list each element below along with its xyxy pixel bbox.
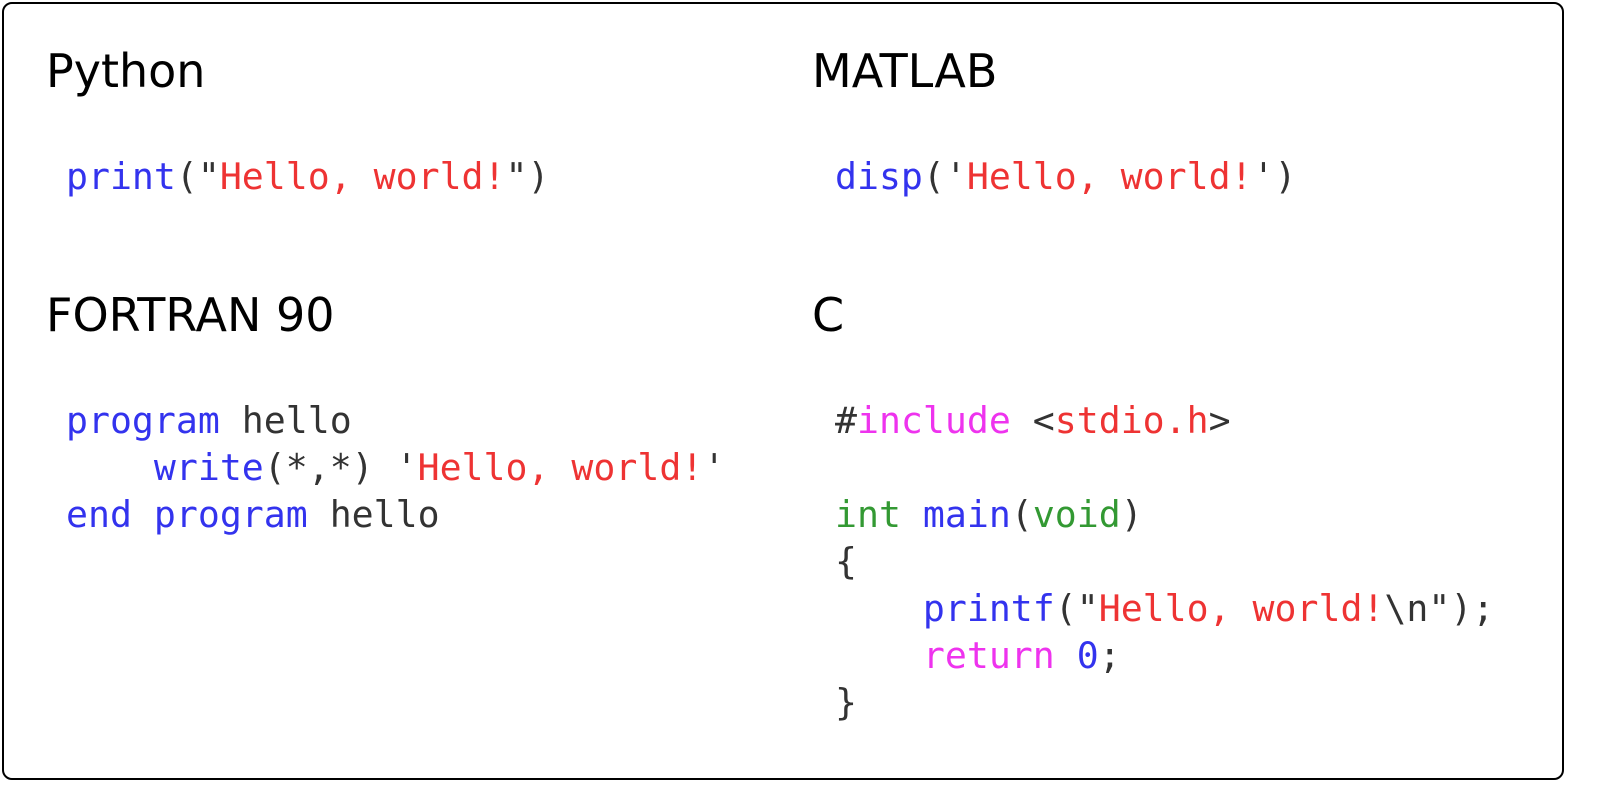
- code-token: <: [1010, 399, 1055, 442]
- code-line: #include <stdio.h>: [835, 397, 1494, 444]
- panel-title-matlab: MATLAB: [812, 44, 998, 98]
- code-line: return 0;: [835, 632, 1494, 679]
- panel-title-python: Python: [46, 44, 206, 98]
- code-token: ': [703, 446, 726, 489]
- code-token: return: [922, 634, 1055, 677]
- code-line: }: [835, 679, 1494, 726]
- diagram-frame: Python print("Hello, world!") MATLAB dis…: [2, 2, 1564, 780]
- code-token: disp: [835, 155, 923, 198]
- code-token: (": [1054, 587, 1099, 630]
- code-token: include: [856, 399, 1011, 442]
- code-token: hello: [219, 399, 352, 442]
- code-token: int: [835, 493, 901, 536]
- code-block-c: #include <stdio.h> int main(void){ printf…: [835, 397, 1494, 726]
- code-token: Hello, world!: [966, 155, 1253, 198]
- code-token: Hello, world!: [1098, 587, 1385, 630]
- code-token: void: [1032, 493, 1121, 536]
- code-token: >: [1208, 399, 1231, 442]
- code-token: ): [1120, 493, 1143, 536]
- panel-title-c: C: [812, 288, 845, 342]
- code-token: main: [922, 493, 1011, 536]
- code-token: \n");: [1384, 587, 1495, 630]
- code-block-python: print("Hello, world!"): [66, 153, 549, 200]
- code-token: printf: [922, 587, 1055, 630]
- code-token: 0: [1076, 634, 1099, 677]
- code-token: Hello, world!: [219, 155, 506, 198]
- code-line: program hello: [66, 397, 725, 444]
- code-token: write: [153, 446, 264, 489]
- code-token: }: [835, 681, 857, 724]
- panel-fortran: FORTRAN 90 program hello write(*,*) 'Hel…: [46, 288, 725, 536]
- panel-matlab: MATLAB disp('Hello, world!'): [812, 44, 1297, 198]
- code-token: (: [1010, 493, 1033, 536]
- code-line: disp('Hello, world!'): [835, 153, 1297, 200]
- code-token: Hello, world!: [417, 446, 704, 489]
- code-token: ;: [1098, 634, 1121, 677]
- code-token: (': [922, 155, 967, 198]
- code-token: stdio.h: [1054, 399, 1209, 442]
- code-token: #: [835, 399, 857, 442]
- code-token: (": [175, 155, 220, 198]
- code-token: {: [835, 540, 857, 583]
- code-block-fortran: program hello write(*,*) 'Hello, world!'…: [66, 397, 725, 538]
- code-token: end program: [66, 493, 308, 536]
- code-token: "): [505, 155, 550, 198]
- code-block-matlab: disp('Hello, world!'): [835, 153, 1297, 200]
- code-token: print: [66, 155, 176, 198]
- code-token: (*,*) ': [263, 446, 418, 489]
- code-line: int main(void): [835, 491, 1494, 538]
- panel-python: Python print("Hello, world!"): [46, 44, 549, 198]
- code-token: '): [1252, 155, 1297, 198]
- code-token: program: [66, 399, 220, 442]
- code-line: {: [835, 538, 1494, 585]
- panel-title-fortran: FORTRAN 90: [46, 288, 335, 342]
- code-line: write(*,*) 'Hello, world!': [66, 444, 725, 491]
- code-line: print("Hello, world!"): [66, 153, 549, 200]
- code-token: hello: [307, 493, 440, 536]
- code-line: end program hello: [66, 491, 725, 538]
- code-line: printf("Hello, world!\n");: [835, 585, 1494, 632]
- panel-c: C #include <stdio.h> int main(void){ prin…: [812, 288, 1494, 724]
